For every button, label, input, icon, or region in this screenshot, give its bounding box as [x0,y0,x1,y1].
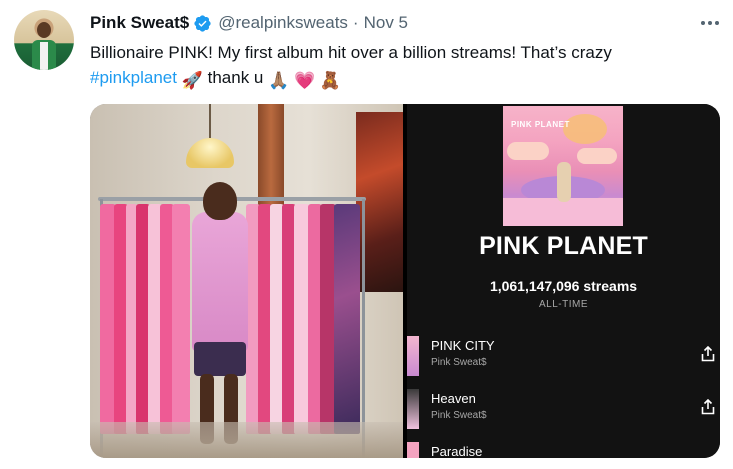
verified-badge-icon [193,14,212,33]
stream-period: ALL-TIME [538,299,588,310]
cover-title: PINK PLANET [511,120,570,129]
track-row[interactable]: Heaven Pink Sweat$ [407,389,720,435]
track-name: PINK CITY [431,338,495,353]
tweet-header: Pink Sweat$ @realpinksweats · Nov 5 [90,12,408,34]
avatar-head [37,22,51,38]
photo-rack-leg [362,199,365,458]
more-dot [708,21,712,25]
album-title: PINK PLANET [479,232,648,260]
share-icon[interactable] [701,345,715,362]
tweet-text-line2: #pinkplanet 🚀 thank u 🙏🏽 💗 🧸 [90,65,720,93]
photo-floor [90,422,403,458]
cover-sun [563,114,607,144]
photo-clothing-rack[interactable] [90,104,403,458]
cover-figure [557,162,571,202]
track-row[interactable]: PINK CITY Pink Sweat$ [407,336,720,382]
tweet-text: Billionaire PINK! My first album hit ove… [90,40,720,93]
tweet-text-line1: Billionaire PINK! My first album hit ove… [90,43,612,62]
photo-garment [334,204,360,434]
photo-person-shorts [194,342,246,376]
rocket-emoji: 🚀 [181,71,203,90]
author-name[interactable]: Pink Sweat$ [90,13,189,33]
author-avatar[interactable] [14,10,74,70]
cover-cloud [577,148,617,164]
header-separator: · [352,13,359,32]
more-dot [701,21,705,25]
track-artist: Pink Sweat$ [431,410,487,421]
stream-count: 1,061,147,096 streams [489,278,638,294]
heart-emoji: 💗 [294,71,316,90]
track-row[interactable]: Paradise [407,442,720,458]
track-thumbnail [407,336,419,376]
share-icon[interactable] [701,398,715,415]
track-thumbnail [407,389,419,429]
spotify-screenshot[interactable]: PINK PLANET PINK PLANET 1,061,147,096 st… [407,104,720,458]
track-artist: Pink Sweat$ [431,357,487,368]
avatar-shirt [40,42,48,70]
folded-hands-emoji: 🙏🏽 [268,71,290,90]
tweet-media[interactable]: PINK PLANET PINK PLANET 1,061,147,096 st… [90,104,720,458]
track-thumbnail [407,442,419,458]
thank-you-text: thank u [207,68,264,87]
cover-cloud [507,142,549,160]
photo-beam [258,104,284,209]
tweet-date[interactable]: Nov 5 [364,13,408,33]
author-handle[interactable]: @realpinksweats [218,13,348,33]
album-cover: PINK PLANET [503,106,623,226]
more-dot [715,21,719,25]
track-name: Paradise [431,444,483,458]
tweet[interactable]: Pink Sweat$ @realpinksweats · Nov 5 Bill… [0,0,733,469]
photo-person-shirt [192,212,248,352]
hashtag-link[interactable]: #pinkplanet [90,68,177,87]
more-options-icon[interactable] [698,12,722,34]
teddy-bear-emoji: 🧸 [319,71,342,90]
photo-garment [172,204,190,434]
photo-person-head [203,182,237,220]
photo-lamp-cord [209,104,211,138]
cover-ground [503,198,623,226]
track-name: Heaven [431,391,476,406]
